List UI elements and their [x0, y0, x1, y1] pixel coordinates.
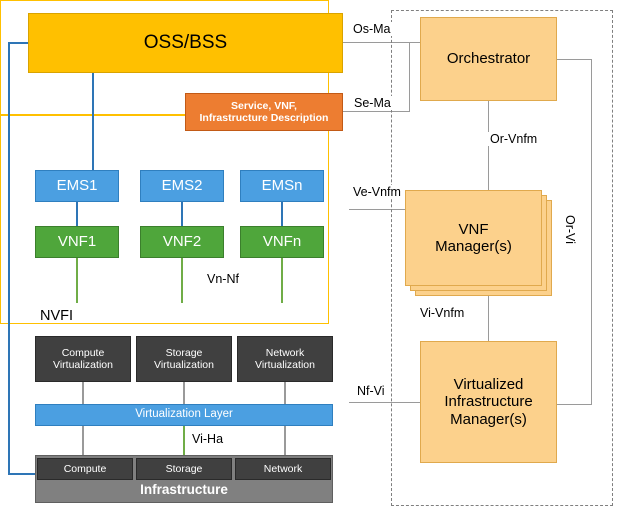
storage-virtualization-box[interactable]: Storage Virtualization [136, 336, 232, 382]
storage-virtualization-label: Storage Virtualization [154, 346, 214, 371]
reference-point-vi-vnfm: Vi-Vnfm [418, 306, 467, 320]
nvfi-group [0, 115, 329, 324]
line-vn-nf-2 [181, 258, 183, 303]
ems2-box[interactable]: EMS2 [140, 170, 224, 202]
network-resource-box[interactable]: Network [235, 458, 331, 480]
line-virt-compute-layer [82, 382, 84, 404]
reference-point-nf-vi: Nf-Vi [355, 384, 387, 398]
line-layer-network [284, 426, 286, 455]
line-vn-nf-1 [76, 258, 78, 303]
line-virt-network-layer [284, 382, 286, 404]
line-ems1-vnf1 [76, 202, 78, 226]
vim-box[interactable]: Virtualized Infrastructure Manager(s) [420, 341, 557, 463]
compute-virtualization-label: Compute Virtualization [53, 346, 113, 371]
nvfi-label: NVFI [40, 308, 74, 324]
service-description-box[interactable]: Service, VNF, Infrastructure Description [185, 93, 343, 131]
line-vi-ha [183, 426, 185, 455]
reference-point-vi-ha: Vi-Ha [190, 432, 226, 446]
line-left-rail-vertical [8, 42, 10, 475]
line-left-rail-bottom [8, 473, 36, 475]
nfv-architecture-diagram: NVFI OSS/BSS Service, VNF, Infrastructure… [0, 0, 618, 515]
emsn-box[interactable]: EMSn [240, 170, 324, 202]
vim-label: Virtualized Infrastructure Manager(s) [444, 376, 533, 428]
orchestrator-box[interactable]: Orchestrator [420, 17, 557, 101]
ems1-box[interactable]: EMS1 [35, 170, 119, 202]
vnf-manager-label: VNF Manager(s) [435, 220, 512, 255]
vnfn-box[interactable]: VNFn [240, 226, 324, 258]
infrastructure-label: Infrastructure [140, 482, 228, 497]
oss-bss-box[interactable]: OSS/BSS [28, 13, 343, 73]
compute-virtualization-box[interactable]: Compute Virtualization [35, 336, 131, 382]
reference-point-os-ma: Os-Ma [351, 22, 393, 36]
line-left-rail-top [8, 42, 29, 44]
reference-point-or-vnfm: Or-Vnfm [488, 132, 540, 146]
network-virtualization-box[interactable]: Network Virtualization [237, 336, 333, 382]
line-emsn-vnfn [281, 202, 283, 226]
service-description-label: Service, VNF, Infrastructure Description [199, 99, 329, 124]
reference-point-se-ma: Se-Ma [352, 96, 393, 110]
line-ossbss-to-ems [92, 73, 94, 170]
reference-point-vn-nf: Vn-Nf [205, 272, 241, 286]
vnf-manager-box[interactable]: VNF Manager(s) [405, 190, 542, 286]
reference-point-or-vi: Or-Vi [563, 213, 577, 246]
line-vn-nf-3 [281, 258, 283, 303]
vnf2-box[interactable]: VNF2 [140, 226, 224, 258]
vnf1-box[interactable]: VNF1 [35, 226, 119, 258]
line-virt-storage-layer [183, 382, 185, 404]
line-layer-compute [82, 426, 84, 455]
compute-resource-box[interactable]: Compute [37, 458, 133, 480]
storage-resource-box[interactable]: Storage [136, 458, 232, 480]
network-virtualization-label: Network Virtualization [255, 346, 315, 371]
virtualization-layer-box[interactable]: Virtualization Layer [35, 404, 333, 426]
reference-point-ve-vnfm: Ve-Vnfm [351, 185, 403, 199]
line-ems2-vnf2 [181, 202, 183, 226]
